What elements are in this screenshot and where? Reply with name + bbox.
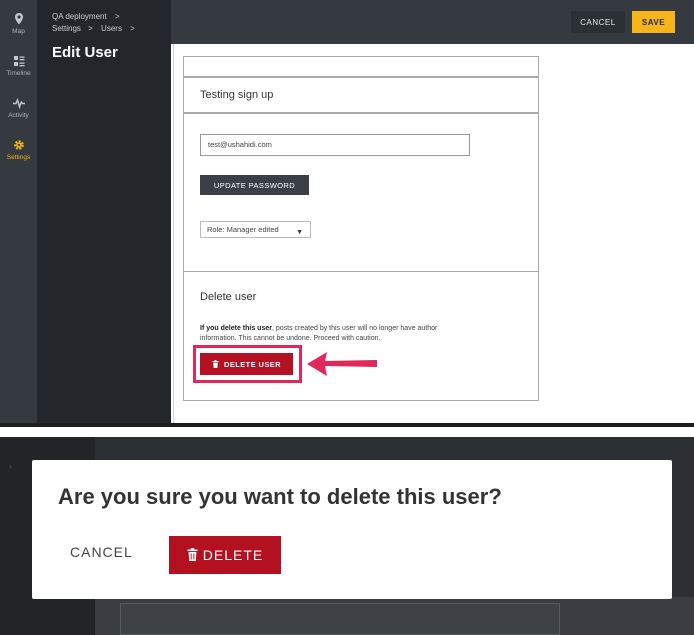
- backdrop-card: [120, 603, 560, 635]
- email-field[interactable]: test@ushahidi.com: [200, 134, 470, 156]
- chevron-down-icon: ▼: [296, 229, 303, 236]
- update-password-button[interactable]: UPDATE PASSWORD: [200, 175, 309, 195]
- role-select-value: Role: Manager edited: [207, 225, 279, 234]
- breadcrumb: QA deployment >: [52, 12, 120, 21]
- dialog-delete-button[interactable]: DELETE: [169, 536, 281, 574]
- confirm-dialog-screen: › Are you sure you want to delete this u…: [0, 437, 694, 635]
- nav-rail: Map Timeline Activity Settings: [0, 0, 37, 427]
- page-title: Edit User: [52, 44, 118, 61]
- delete-user-button[interactable]: DELETE USER: [200, 353, 293, 375]
- delete-warning: If you delete this user, posts created b…: [200, 324, 470, 344]
- save-button[interactable]: SAVE: [632, 11, 675, 33]
- breadcrumb-users[interactable]: Users: [101, 24, 122, 33]
- breadcrumb-separator: >: [130, 24, 135, 33]
- form-card-top: [183, 56, 539, 77]
- chevron-right-icon: ›: [9, 461, 12, 471]
- breadcrumb-separator: >: [114, 12, 120, 21]
- breadcrumb-row-2: Settings > Users >: [52, 24, 135, 33]
- rail-label-activity: Activity: [8, 112, 29, 119]
- breadcrumb-settings[interactable]: Settings: [52, 24, 81, 33]
- delete-section-title: Delete user: [200, 291, 257, 303]
- dialog-delete-label: DELETE: [202, 547, 264, 563]
- cancel-button[interactable]: CANCEL: [571, 11, 625, 33]
- panel-gap: [0, 427, 694, 437]
- dialog-question: Are you sure you want to delete this use…: [58, 484, 502, 509]
- top-bar: CANCEL SAVE: [171, 0, 694, 44]
- trash-icon: [187, 548, 198, 561]
- timeline-icon: [13, 56, 24, 67]
- divider: [173, 44, 174, 427]
- rail-label-timeline: Timeline: [6, 70, 31, 77]
- username-text: Testing sign up: [200, 89, 274, 101]
- confirm-dialog: Are you sure you want to delete this use…: [32, 460, 672, 599]
- map-pin-icon: [14, 13, 23, 25]
- pointer-arrow: [307, 352, 377, 376]
- edit-user-screen: Map Timeline Activity Settings QA deploy…: [0, 0, 694, 427]
- delete-user-label: DELETE USER: [224, 359, 281, 369]
- rail-item-settings[interactable]: Settings: [0, 138, 37, 161]
- gear-icon: [13, 140, 24, 150]
- breadcrumb-deployment[interactable]: QA deployment: [52, 12, 107, 21]
- rail-item-activity[interactable]: Activity: [0, 96, 37, 119]
- rail-item-map[interactable]: Map: [0, 12, 37, 35]
- activity-icon: [12, 97, 25, 110]
- rail-item-timeline[interactable]: Timeline: [0, 54, 37, 77]
- delete-warning-bold: If you delete this user: [200, 325, 272, 332]
- rail-label-map: Map: [12, 28, 25, 35]
- sidebar: QA deployment > Settings > Users > Edit …: [37, 0, 171, 427]
- rail-label-settings: Settings: [6, 154, 31, 161]
- username-card: Testing sign up: [183, 77, 539, 113]
- role-select[interactable]: Role: Manager edited ▼: [200, 221, 311, 238]
- dialog-cancel-button[interactable]: CANCEL: [70, 544, 133, 560]
- trash-icon: [212, 359, 219, 368]
- breadcrumb-separator: >: [88, 24, 93, 33]
